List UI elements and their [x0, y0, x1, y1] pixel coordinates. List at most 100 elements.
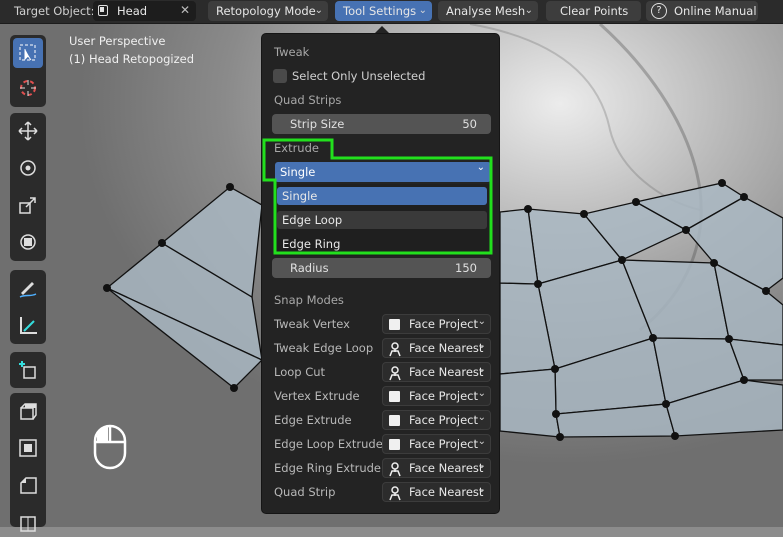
- chevron-down-icon: ⌄: [524, 5, 533, 16]
- snap-value: Face Project: [409, 413, 479, 427]
- radius-label: Radius: [290, 261, 329, 275]
- extrude-option-label: Edge Ring: [282, 237, 341, 251]
- snap-value: Face Nearest: [409, 365, 484, 379]
- snap-dropdown-tweak-vertex[interactable]: Face Project ⌄: [382, 314, 491, 334]
- snap-dropdown-loop-cut[interactable]: Face Nearest ⌄: [382, 362, 491, 382]
- scale-icon: [19, 197, 36, 214]
- extrude-icon: [20, 403, 37, 420]
- header-bar: Target Object: Head ✕ Retopology Mode ⌄ …: [0, 0, 783, 24]
- snap-value: Face Nearest: [409, 485, 484, 499]
- snap-modes-heading: Snap Modes: [274, 293, 344, 307]
- snap-row-label: Tweak Edge Loop: [274, 341, 374, 355]
- radius-slider[interactable]: Radius 150: [272, 258, 491, 278]
- chevron-down-icon: ⌄: [477, 388, 486, 399]
- tool-settings-button[interactable]: Tool Settings ⌄: [335, 1, 432, 21]
- rotate-icon: [20, 160, 36, 176]
- toolbar-annotate-group: [10, 270, 46, 344]
- extrude-mode-dropdown[interactable]: Single ⌄: [275, 162, 491, 182]
- select-only-unselected-checkbox[interactable]: [273, 69, 287, 83]
- square-icon: [389, 439, 400, 450]
- snap-nearest-icon: [389, 342, 401, 357]
- snap-dropdown-vertex-extrude[interactable]: Face Project ⌄: [382, 386, 491, 406]
- snap-row-label: Edge Extrude: [274, 413, 352, 427]
- snap-value: Face Nearest: [409, 461, 484, 475]
- chevron-down-icon: ⌄: [477, 460, 486, 471]
- select-box-icon: [19, 44, 36, 61]
- chevron-down-icon: ⌄: [476, 162, 485, 173]
- annotate-tool[interactable]: [13, 273, 43, 303]
- snap-dropdown-edge-loop-extrude[interactable]: Face Project ⌄: [382, 434, 491, 454]
- extrude-mode-value: Single: [280, 165, 316, 179]
- target-object-value: Head: [117, 4, 148, 18]
- extrude-option-label: Edge Loop: [282, 213, 343, 227]
- help-icon: ?: [651, 3, 667, 19]
- online-manual-button[interactable]: ? Online Manual: [646, 1, 758, 21]
- move-tool[interactable]: [13, 116, 43, 146]
- retopology-mode-button[interactable]: Retopology Mode ⌄: [208, 1, 328, 21]
- snap-row-label: Quad Strip: [274, 485, 336, 499]
- add-cube-tool[interactable]: [13, 355, 43, 385]
- snap-value: Face Project: [409, 389, 479, 403]
- toolbar-select-group: [10, 35, 46, 107]
- chevron-down-icon: ⌄: [418, 5, 427, 16]
- loop-cut-icon: [20, 516, 36, 532]
- snap-row-label: Edge Loop Extrude: [274, 437, 383, 451]
- analyse-mesh-button[interactable]: Analyse Mesh ⌄: [438, 1, 538, 21]
- clear-points-button[interactable]: Clear Points: [546, 1, 641, 21]
- loop-cut-tool[interactable]: [13, 507, 43, 537]
- inset-faces-tool[interactable]: [13, 433, 43, 463]
- extrude-region-tool[interactable]: [13, 396, 43, 426]
- extrude-mode-menu: Single Edge Loop Edge Ring: [275, 184, 491, 256]
- chevron-down-icon: ⌄: [314, 5, 323, 16]
- clear-points-label: Clear Points: [560, 4, 629, 18]
- chevron-down-icon: ⌄: [477, 412, 486, 423]
- snap-row-label: Edge Ring Extrude: [274, 461, 381, 475]
- scale-tool[interactable]: [13, 190, 43, 220]
- select-box-tool[interactable]: [13, 38, 43, 68]
- measure-tool[interactable]: [13, 310, 43, 340]
- radius-value: 150: [455, 261, 477, 275]
- extrude-option-single[interactable]: Single: [277, 187, 487, 205]
- chevron-down-icon: ⌄: [477, 364, 486, 375]
- transform-tool[interactable]: [13, 227, 43, 257]
- tweak-heading: Tweak: [274, 45, 310, 59]
- extrude-option-edge-loop[interactable]: Edge Loop: [277, 211, 487, 229]
- rotate-tool[interactable]: [13, 153, 43, 183]
- bevel-icon: [20, 477, 37, 494]
- online-manual-label: Online Manual: [674, 4, 757, 18]
- snap-value: Face Project: [409, 317, 479, 331]
- move-icon: [18, 121, 38, 141]
- snap-nearest-icon: [389, 486, 401, 501]
- cursor-tool[interactable]: [13, 73, 43, 103]
- snap-nearest-icon: [389, 462, 401, 477]
- clear-target-icon[interactable]: ✕: [180, 3, 190, 17]
- select-only-unselected-label: Select Only Unselected: [292, 69, 426, 83]
- mouse-icon: [93, 424, 127, 470]
- extrude-option-edge-ring[interactable]: Edge Ring: [277, 235, 487, 253]
- strip-size-slider[interactable]: Strip Size 50: [272, 114, 491, 134]
- viewport-object-label: (1) Head Retopogized: [69, 52, 195, 66]
- snap-value: Face Nearest: [409, 341, 484, 355]
- snap-nearest-icon: [389, 366, 401, 381]
- measure-ruler-icon: [20, 317, 37, 334]
- target-object-field[interactable]: Head ✕: [93, 1, 196, 21]
- chevron-down-icon: ⌄: [477, 484, 486, 495]
- target-object-label: Target Object:: [14, 4, 95, 18]
- extrude-option-label: Single: [282, 189, 318, 203]
- toolbar-add-group: [10, 352, 46, 388]
- chevron-down-icon: ⌄: [477, 316, 486, 327]
- quad-strips-heading: Quad Strips: [274, 93, 342, 107]
- toolbar-transform-group: [10, 113, 46, 261]
- snap-dropdown-edge-ring-extrude[interactable]: Face Nearest ⌄: [382, 458, 491, 478]
- strip-size-label: Strip Size: [290, 117, 345, 131]
- retopology-mode-label: Retopology Mode: [216, 4, 316, 18]
- snap-dropdown-tweak-edge-loop[interactable]: Face Nearest ⌄: [382, 338, 491, 358]
- snap-dropdown-edge-extrude[interactable]: Face Project ⌄: [382, 410, 491, 430]
- square-icon: [389, 391, 400, 402]
- chevron-down-icon: ⌄: [477, 340, 486, 351]
- mesh-object-icon: [98, 5, 108, 16]
- extrude-heading: Extrude: [274, 141, 319, 155]
- bevel-tool[interactable]: [13, 470, 43, 500]
- add-cube-icon: [19, 361, 36, 379]
- snap-dropdown-quad-strip[interactable]: Face Nearest ⌄: [382, 482, 491, 502]
